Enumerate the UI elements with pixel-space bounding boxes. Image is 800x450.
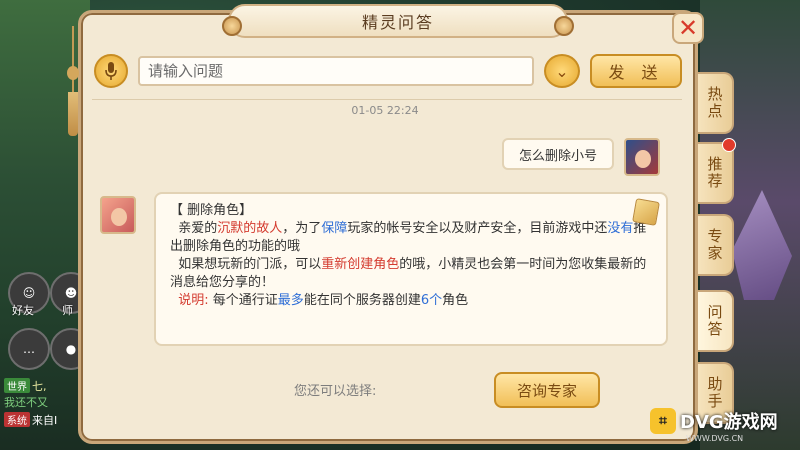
page-title: 精灵问答 <box>361 13 434 32</box>
tab-expert[interactable]: 专家 <box>698 214 734 276</box>
chat-text: 七, <box>32 380 47 393</box>
chat-text: 来自I <box>32 414 58 427</box>
chat-line: 我还不又 <box>4 394 48 410</box>
notification-dot <box>722 138 736 152</box>
choice-label: 您还可以选择: <box>294 384 377 399</box>
friends-icon: ☺ <box>22 286 36 300</box>
keyword-link[interactable]: 最多 <box>278 293 304 308</box>
answer-paragraph: 亲爱的沉默的故人，为了保障玩家的帐号安全以及财产安全，目前游戏中还没有推出删除角… <box>170 221 647 254</box>
chevron-down-icon: ⌄ <box>555 61 569 81</box>
player-name[interactable]: 沉默的故人 <box>217 221 282 236</box>
divider <box>92 99 682 100</box>
keyword-link[interactable]: 保障 <box>321 221 347 236</box>
chat-channel-tag: 世界 <box>4 378 30 393</box>
close-button[interactable]: ✕ <box>672 12 704 44</box>
watermark: ⌗ DVG游戏网 <box>650 406 778 436</box>
title-knob-left <box>222 16 242 36</box>
watermark-url: WWW.DVG.CN <box>686 434 744 443</box>
tab-hot[interactable]: 热点 <box>698 72 734 134</box>
chat-line: 世界 七, <box>4 378 47 394</box>
question-input[interactable] <box>138 56 534 86</box>
consult-expert-button[interactable]: 咨询专家 <box>494 372 600 408</box>
friends-label: 好友 <box>12 304 34 317</box>
keyword-link[interactable]: 没有 <box>607 221 633 236</box>
answer-heading: 【 删除角色】 <box>170 203 253 218</box>
voice-input-button[interactable] <box>94 54 128 88</box>
assistant-message-bubble: 【 删除角色】 亲爱的沉默的故人，为了保障玩家的帐号安全以及财产安全，目前游戏中… <box>154 192 668 346</box>
chat-text: 我还不又 <box>4 396 48 409</box>
message-timestamp: 01-05 22:24 <box>351 104 419 117</box>
keyword-link[interactable]: 6个 <box>421 293 442 308</box>
watermark-text: DVG游戏网 <box>680 412 778 433</box>
dialog-title-bar: 精灵问答 <box>222 4 574 38</box>
history-dropdown-button[interactable]: ⌄ <box>544 54 580 88</box>
close-icon: ✕ <box>677 14 699 42</box>
user-avatar <box>624 138 660 176</box>
answer-note: 说明: 每个通行证最多能在同个服务器创建6个角色 <box>178 293 469 308</box>
gamepad-icon: ⌗ <box>650 408 676 434</box>
chat-line: 系统 来自I <box>4 412 57 428</box>
mic-icon <box>105 62 117 80</box>
tab-qa[interactable]: 问答 <box>698 290 734 352</box>
tassel-decoration <box>66 26 80 136</box>
chat-bubble-icon: … <box>23 342 35 356</box>
send-button[interactable]: 发 送 <box>590 54 682 88</box>
chat-channel-tag: 系统 <box>4 412 30 427</box>
master-label: 师 <box>62 304 73 317</box>
assistant-avatar <box>100 196 136 234</box>
chat-hud-button[interactable]: … <box>8 328 50 370</box>
note-icon <box>632 198 660 226</box>
voice-icon: ● <box>65 342 77 356</box>
user-message-bubble: 怎么删除小号 <box>502 138 614 170</box>
keyword-link[interactable]: 重新创建角色 <box>321 257 399 272</box>
answer-paragraph: 如果想玩新的门派，可以重新创建角色的哦，小精灵也会第一时间为您收集最新的消息给您… <box>170 257 647 290</box>
master-icon: ☻ <box>64 286 78 300</box>
title-knob-right <box>554 16 574 36</box>
